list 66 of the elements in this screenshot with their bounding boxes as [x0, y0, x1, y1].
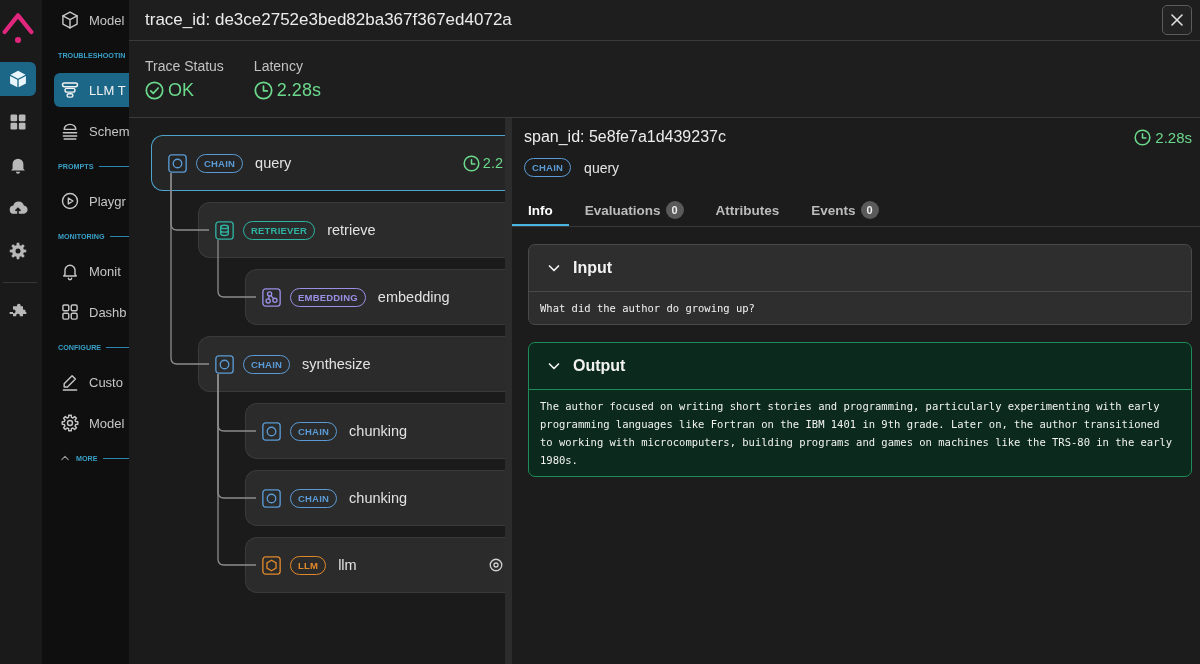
caret-up-icon	[61, 455, 69, 461]
pencil-icon	[60, 372, 80, 392]
stat-label: Trace Status	[145, 58, 224, 74]
nav-item[interactable]: Custo	[54, 365, 129, 399]
chevron-down-icon	[548, 360, 560, 372]
span-name: chunking	[349, 490, 408, 506]
count-badge: 0	[665, 201, 684, 219]
section-header[interactable]: Output	[529, 343, 1191, 390]
stat-label: Latency	[253, 58, 304, 74]
span-name: llm	[338, 557, 357, 573]
span-latency: 2.28s	[1155, 128, 1192, 146]
settings-icon	[8, 241, 28, 261]
span-name: query	[584, 159, 620, 176]
clock-icon	[1134, 128, 1152, 146]
trace-title: trace_id: de3ce2752e3bed82ba367f367ed4072a	[145, 10, 512, 30]
stat-value: 2.28s	[276, 79, 321, 101]
span-title: span_id: 5e8fe7a1d439237c	[524, 127, 726, 147]
disc-icon	[489, 558, 503, 572]
cube-icon	[8, 69, 28, 89]
molecule-icon	[262, 287, 281, 307]
clock-icon	[462, 154, 480, 172]
tab[interactable]: Evaluations 0	[568, 194, 700, 226]
span-name: synthesize	[302, 356, 371, 372]
nav-item[interactable]: Monit	[54, 254, 129, 288]
span-name: query	[255, 155, 292, 171]
stat-value: OK	[168, 79, 194, 101]
check-circle-icon	[145, 80, 164, 100]
span-name: chunking	[349, 423, 408, 439]
span-row[interactable]: CHAIN synthesize	[198, 336, 505, 392]
play-circle-icon	[60, 191, 80, 211]
tab[interactable]: Attributes	[699, 194, 796, 226]
nav-item[interactable]: Model	[54, 406, 129, 440]
close-icon	[1171, 14, 1183, 26]
stacked-bars-icon	[60, 80, 80, 100]
close-button[interactable]	[1162, 5, 1192, 35]
span-row[interactable]: LLM llm	[245, 537, 505, 593]
settings-icon	[60, 413, 80, 433]
span-row[interactable]: EMBEDDING embedding	[245, 269, 505, 325]
clock-icon	[253, 80, 273, 100]
grid-icon	[60, 302, 80, 322]
rail-button[interactable]	[0, 62, 36, 96]
nav-item[interactable]: Schem	[54, 114, 129, 148]
tab[interactable]: Info	[512, 194, 569, 226]
count-badge: 0	[860, 201, 879, 219]
span-row[interactable]: CHAIN chunking	[245, 403, 505, 459]
span-latency: 2.2	[482, 155, 503, 171]
database-icon	[215, 220, 234, 240]
span-name: retrieve	[327, 222, 376, 238]
grid-icon	[8, 112, 28, 132]
chevron-down-icon	[548, 262, 560, 274]
stack-icon	[60, 121, 80, 141]
section-text: What did the author do growing up?	[539, 301, 756, 316]
nav-item[interactable]: Playgr	[54, 184, 129, 218]
span-row[interactable]: RETRIEVER retrieve	[198, 202, 505, 258]
caret-logo-icon[interactable]	[2, 12, 34, 44]
span-row[interactable]: CHAIN query 2.2	[151, 135, 505, 191]
nav-item[interactable]: Model	[54, 3, 129, 37]
nav-item[interactable]: Dashb	[54, 295, 129, 329]
cube-icon	[60, 10, 80, 30]
tree-connector	[217, 239, 257, 298]
section-header[interactable]: Input	[529, 245, 1191, 292]
tab[interactable]: Events 0	[795, 194, 895, 226]
span-name: embedding	[377, 289, 450, 305]
nav-item[interactable]: LLM T	[54, 73, 129, 107]
section-text: The author focused on writing short stories and programming, particularly experimenting with early programming languages like Fortran on the IBM 1401 in 9th grade. Later on, the author transitioned to working with microcomputers, building programs and games on machines like the TRS-80 in the early 1980s.	[539, 399, 1174, 468]
span-row[interactable]: CHAIN chunking	[245, 470, 505, 526]
